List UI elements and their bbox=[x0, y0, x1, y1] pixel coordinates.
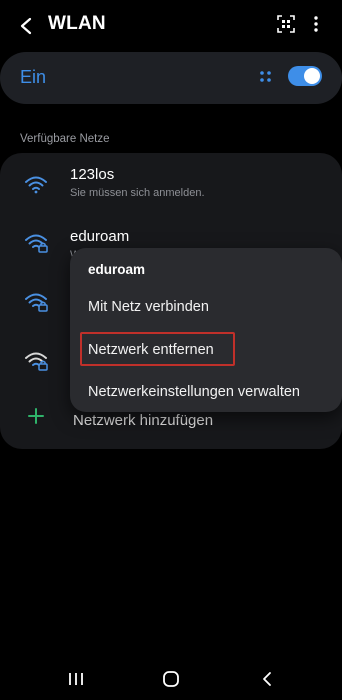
toggle-knob bbox=[304, 68, 320, 84]
wifi-lock-icon bbox=[24, 350, 48, 372]
network-status: Sie müssen sich anmelden. bbox=[70, 187, 205, 199]
nav-back-icon[interactable] bbox=[255, 667, 279, 691]
menu-item-connect[interactable]: Mit Netz verbinden bbox=[88, 299, 209, 315]
wifi-toggle[interactable] bbox=[288, 66, 322, 86]
add-network-button[interactable]: Netzwerk hinzufügen bbox=[73, 412, 213, 429]
network-name[interactable]: eduroam bbox=[70, 228, 129, 245]
section-label: Verfügbare Netze bbox=[20, 133, 110, 145]
home-icon[interactable] bbox=[159, 667, 183, 691]
wifi-switch-label: Ein bbox=[20, 67, 47, 87]
dots-icon[interactable] bbox=[258, 69, 274, 85]
wifi-icon bbox=[24, 174, 48, 196]
plus-icon[interactable] bbox=[26, 406, 46, 426]
wifi-lock-icon bbox=[24, 232, 48, 254]
more-vert-icon[interactable] bbox=[307, 13, 325, 35]
back-arrow-icon[interactable] bbox=[12, 12, 40, 40]
recent-apps-icon[interactable] bbox=[64, 667, 88, 691]
menu-item-remove[interactable]: Netzwerk entfernen bbox=[88, 342, 214, 358]
qr-scan-icon[interactable] bbox=[275, 13, 297, 35]
context-menu-title: eduroam bbox=[88, 262, 146, 277]
wifi-lock-icon bbox=[24, 291, 48, 313]
network-name[interactable]: 123los bbox=[70, 166, 114, 183]
menu-item-manage[interactable]: Netzwerkeinstellungen verwalten bbox=[88, 384, 300, 400]
page-title: WLAN bbox=[48, 13, 106, 34]
